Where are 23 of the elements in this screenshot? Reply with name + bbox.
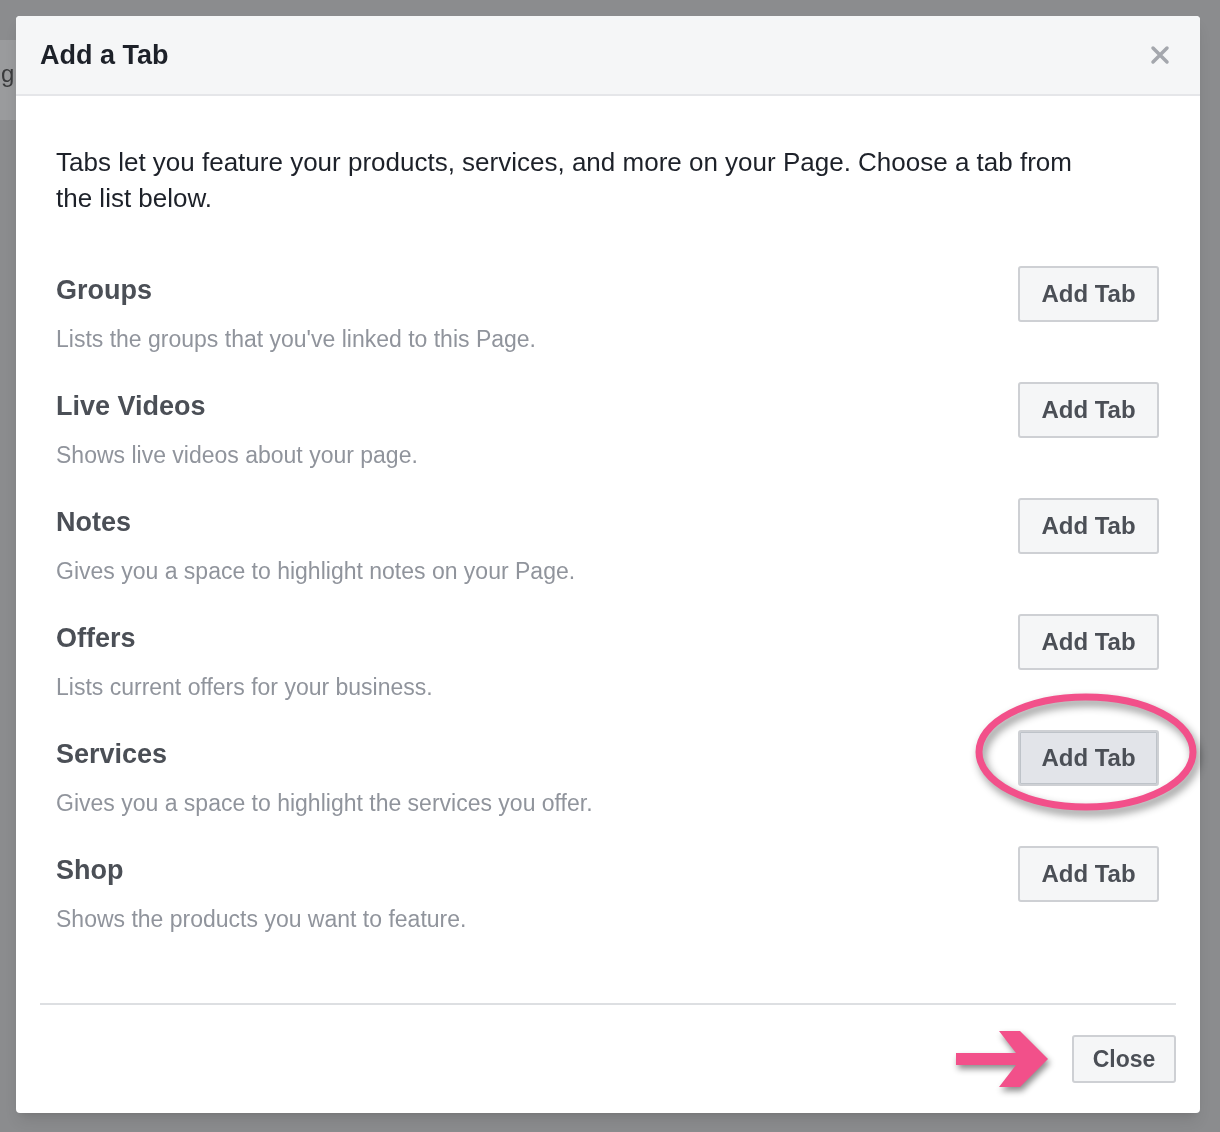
close-button[interactable]: Close xyxy=(1072,1035,1176,1083)
tab-description: Shows live videos about your page. xyxy=(56,441,418,470)
tab-name: Offers xyxy=(56,622,137,655)
background-text: g xyxy=(1,62,15,86)
tab-description: Gives you a space to highlight notes on your Page. xyxy=(56,557,576,586)
add-tab-button[interactable]: Add Tab xyxy=(1018,846,1159,902)
tab-name: Notes xyxy=(56,506,132,539)
tab-description: Shows the products you want to feature. xyxy=(56,905,467,934)
tab-name: Groups xyxy=(56,274,153,307)
tab-name: Services xyxy=(56,738,169,771)
tab-description: Gives you a space to highlight the services you offer. xyxy=(56,789,593,818)
tab-description: Lists current offers for your business. xyxy=(56,673,433,702)
dialog-title: Add a Tab xyxy=(40,38,169,72)
close-icon[interactable] xyxy=(1150,45,1170,65)
add-tab-button[interactable]: Add Tab xyxy=(1018,382,1159,438)
tab-name: Shop xyxy=(56,854,125,887)
add-tab-button[interactable]: Add Tab xyxy=(1018,266,1159,322)
add-tab-button[interactable]: Add Tab xyxy=(1018,614,1159,670)
intro-text: Tabs let you feature your products, services, and more on your Page. Choose a tab from the list below. xyxy=(56,146,1073,215)
add-tab-button[interactable]: Add Tab xyxy=(1018,498,1159,554)
tab-description: Lists the groups that you've linked to this Page. xyxy=(56,325,536,354)
add-tab-button[interactable]: Add Tab xyxy=(1018,730,1159,786)
tab-name: Live Videos xyxy=(56,390,207,423)
